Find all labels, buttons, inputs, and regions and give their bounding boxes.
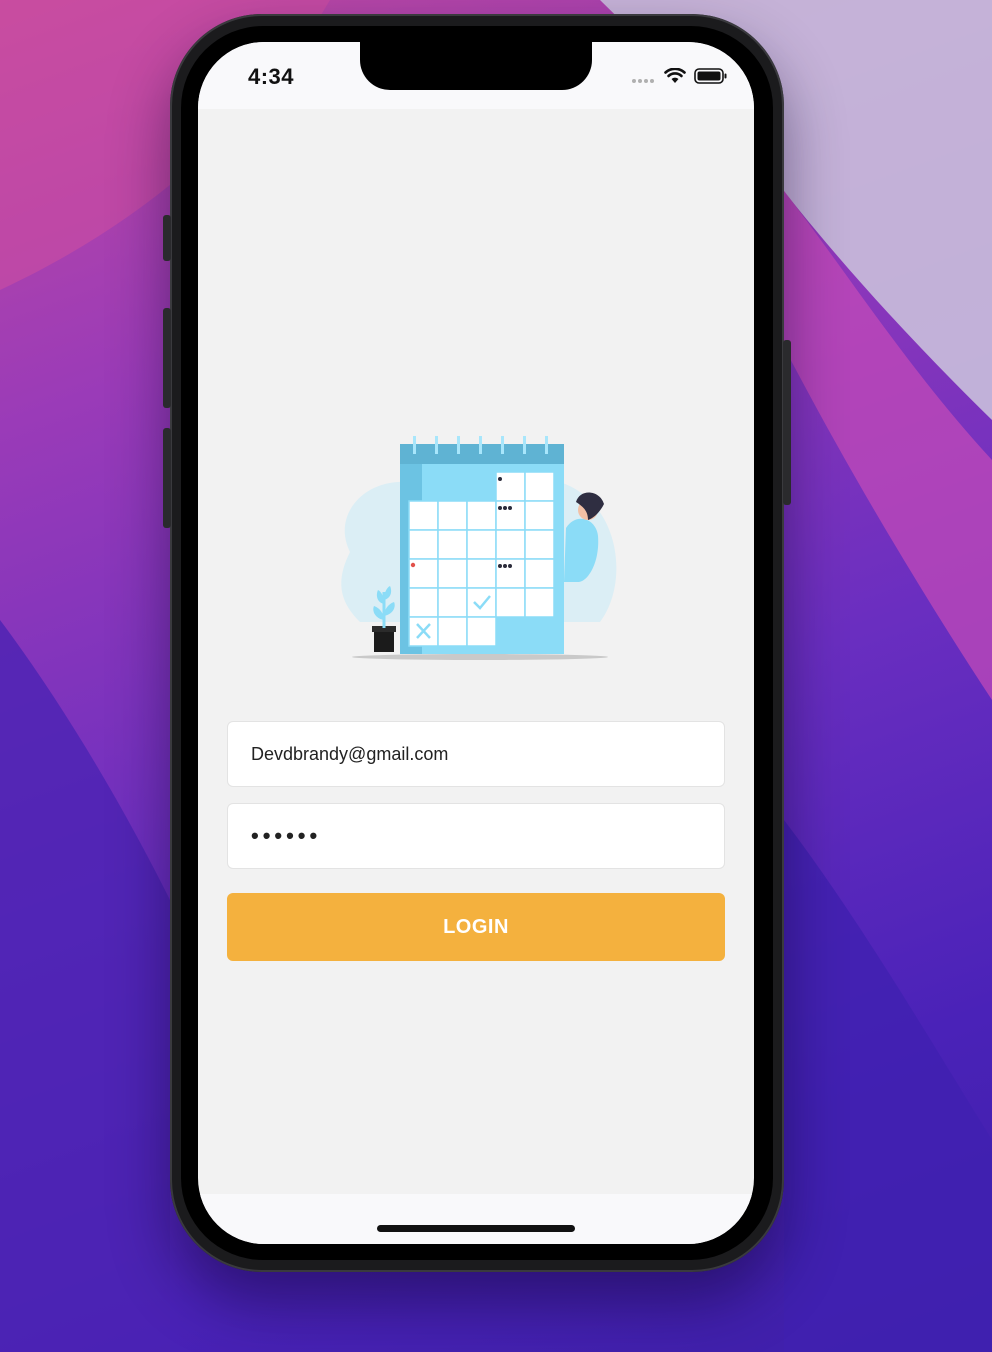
login-button[interactable]: LOGIN [227,893,725,961]
battery-icon [694,68,728,89]
password-field[interactable]: •••••• [227,803,725,869]
volume-down-button [163,428,171,528]
home-area [198,1194,754,1244]
calendar-person-illustration [330,432,620,662]
login-button-label: LOGIN [443,915,509,938]
mute-switch [163,215,171,261]
home-indicator[interactable] [377,1225,575,1232]
camera-notch [360,42,592,90]
signal-dots-icon [632,70,656,88]
wifi-icon [664,67,686,89]
email-field[interactable]: Devdbrandy@gmail.com [227,721,725,787]
status-icons [632,67,728,89]
volume-up-button [163,308,171,408]
app-screen: 4:34 Devdbrandy@gmail.com •••••• LOGIN [198,42,754,1244]
password-value: •••••• [251,823,322,848]
power-button [783,340,791,505]
status-time: 4:34 [248,64,295,89]
email-value: Devdbrandy@gmail.com [251,743,449,764]
